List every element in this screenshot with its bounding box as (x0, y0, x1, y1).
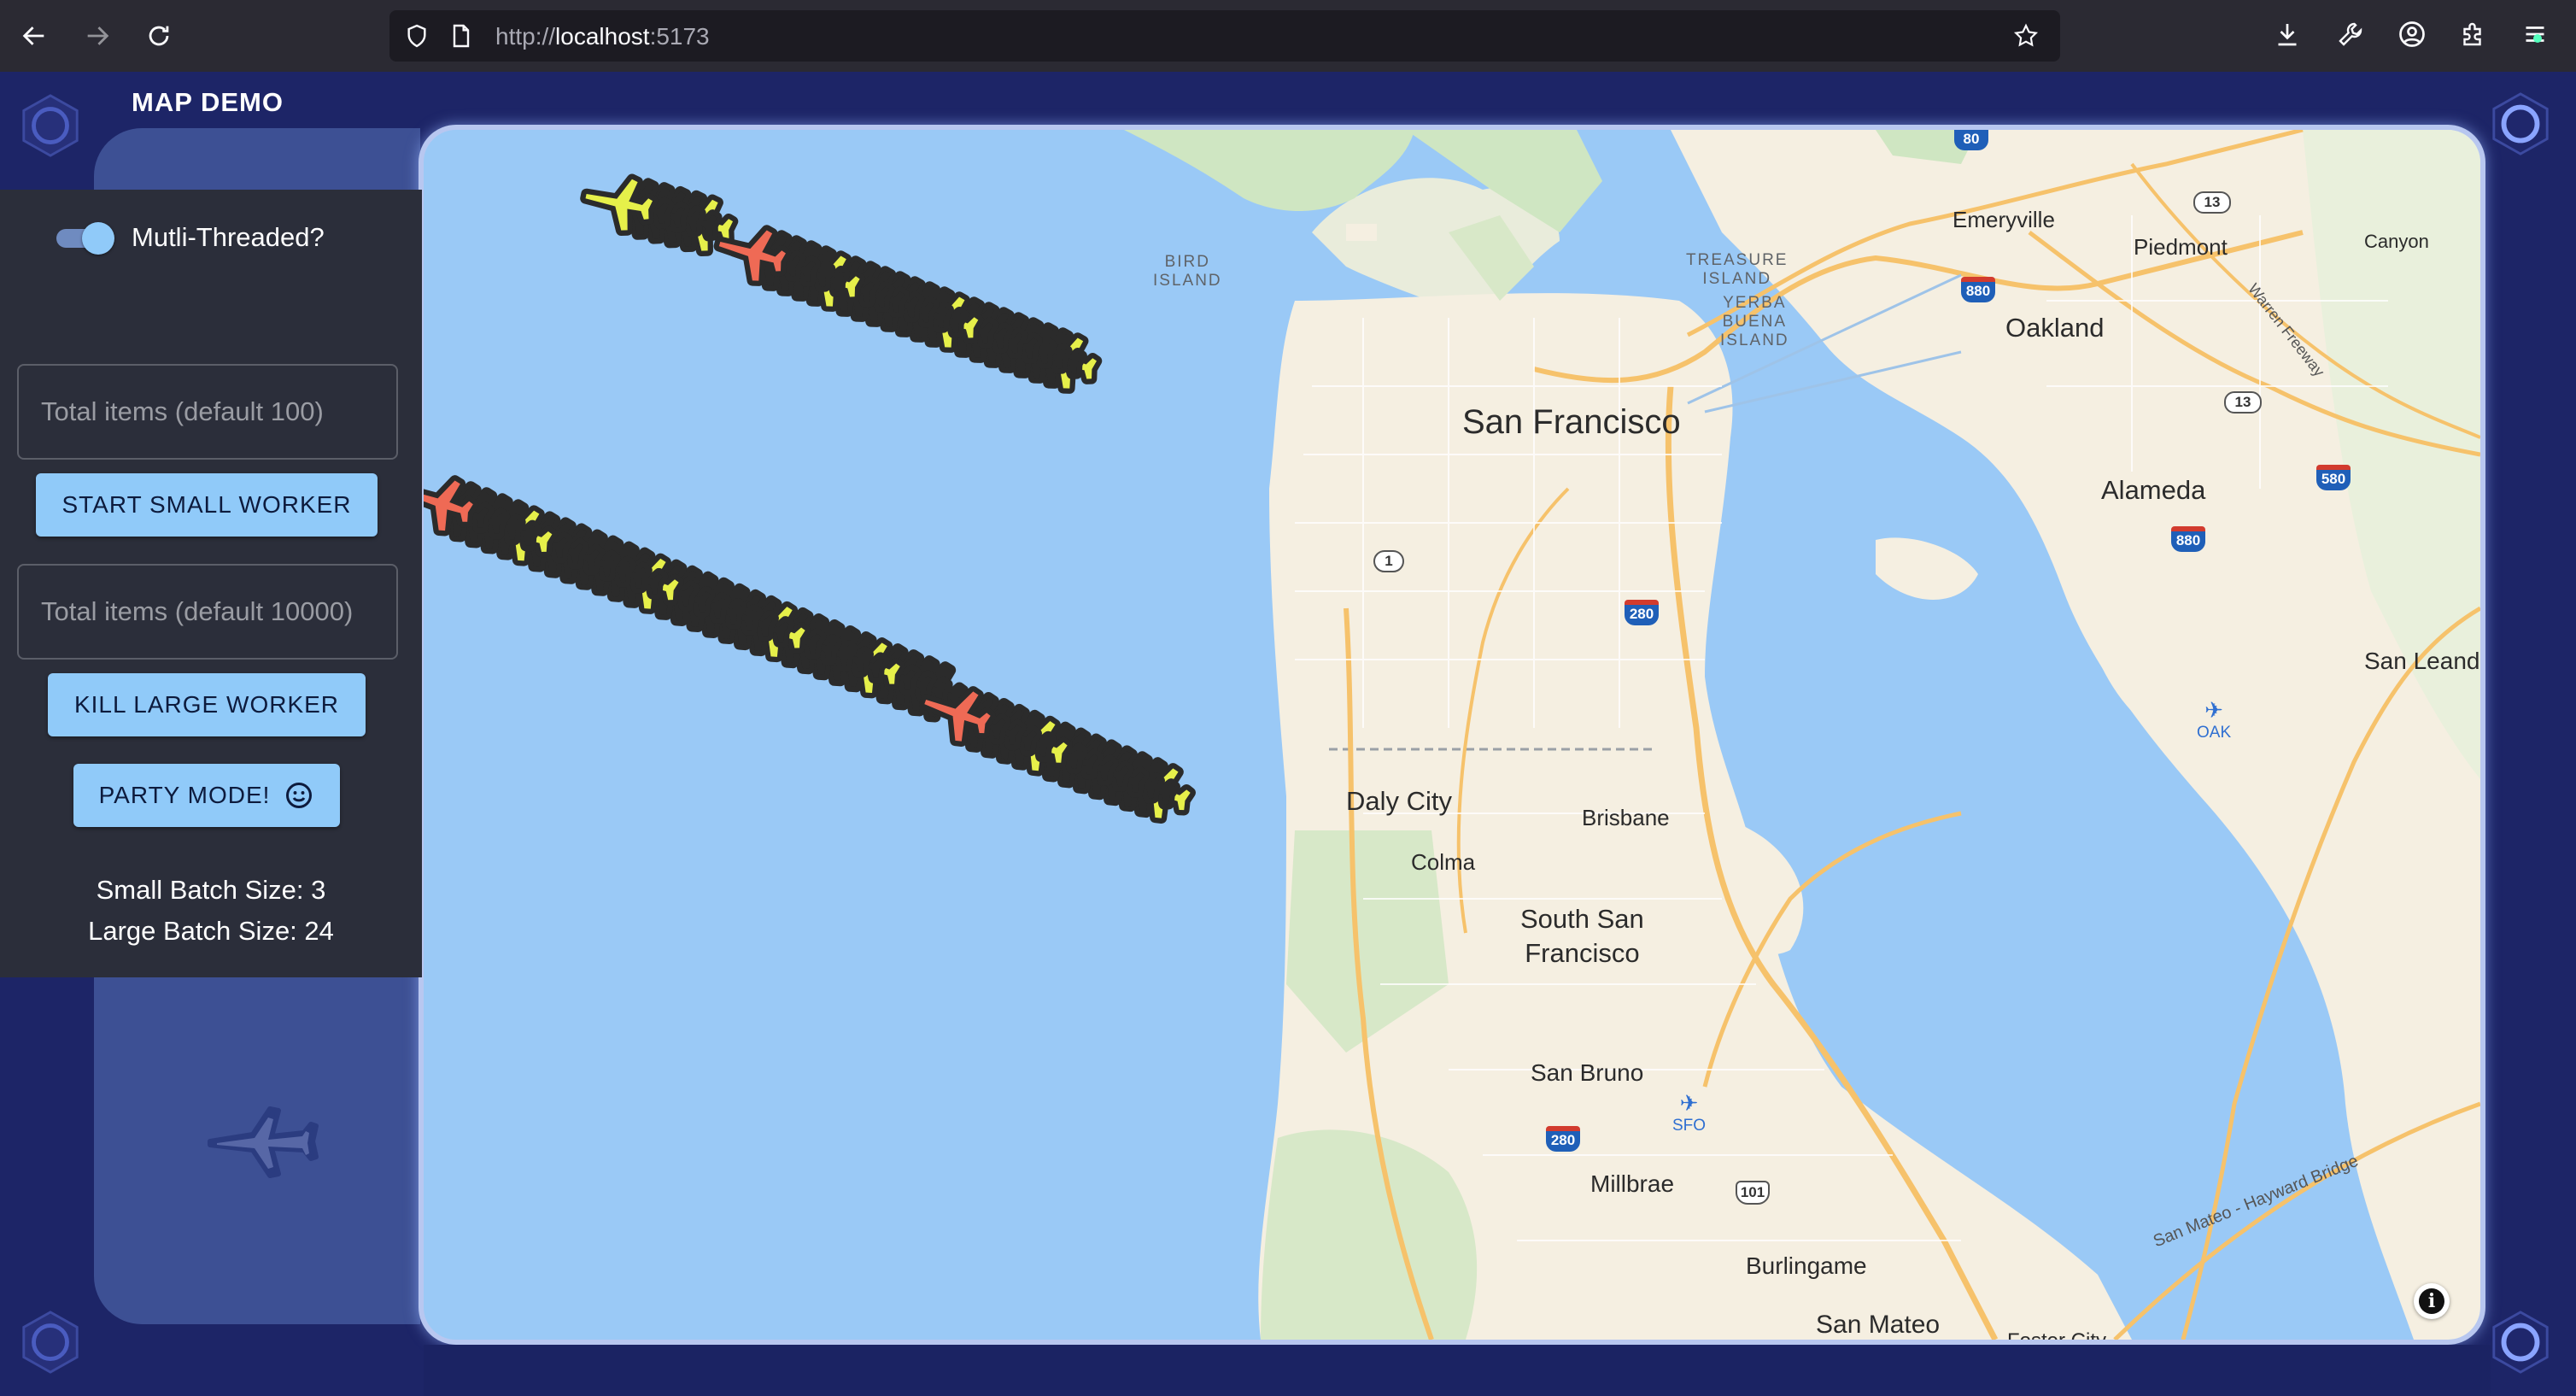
map-label-alameda: Alameda (2101, 475, 2206, 505)
wrench-icon (2339, 22, 2362, 46)
sfo-airport-code: SFO (1672, 1117, 1707, 1135)
bird-island-line1: BIRD (1164, 253, 1211, 271)
page-icon[interactable] (448, 22, 475, 50)
reload-button[interactable] (142, 19, 176, 53)
yerba-buena-line3: ISLAND (1720, 331, 1789, 349)
extensions-button[interactable] (2458, 19, 2492, 53)
kill-large-worker-button[interactable]: KILL LARGE WORKER (48, 673, 366, 736)
start-small-worker-button[interactable]: START SMALL WORKER (36, 473, 378, 537)
multithread-label: Mutli-Threaded? (132, 222, 325, 252)
yerba-buena-line1: YERBA (1723, 294, 1787, 312)
party-mode-label: PARTY MODE! (98, 782, 271, 808)
shield-i580: 580 (2316, 465, 2351, 490)
map-info-button[interactable]: i (2414, 1283, 2450, 1319)
info-icon: i (2419, 1288, 2444, 1314)
yerba-buena-line2: BUENA (1722, 313, 1788, 331)
map-label-canyon: Canyon (2364, 231, 2429, 252)
shield-ca13-b: 13 (2224, 391, 2262, 414)
map-label-bird-island: BIRD ISLAND (1153, 253, 1222, 290)
map-label-oak-airport: ✈ OAK (2197, 697, 2231, 742)
app-title: MAP DEMO (132, 87, 284, 117)
app-root: MAP DEMO San Francisco Emeryville Piedmo… (0, 72, 2576, 1396)
map-label-daly-city: Daly City (1346, 786, 1453, 816)
puzzle-icon (2463, 22, 2481, 46)
url-bar[interactable]: http://localhost:5173 (389, 10, 2060, 62)
airplane-icon: ✈ (1679, 1090, 1699, 1116)
map-label-sfo-airport: ✈ SFO (1672, 1090, 1706, 1135)
shield-us101: 101 (1736, 1181, 1770, 1205)
shield-icon[interactable] (403, 22, 430, 50)
tools-button[interactable] (2335, 19, 2369, 53)
back-button[interactable] (17, 19, 51, 53)
plane-trails-layer (424, 173, 1196, 824)
arrow-right-icon (87, 26, 109, 45)
shield-i880-a: 880 (1961, 277, 1995, 302)
download-icon (2278, 24, 2297, 46)
arrow-left-icon (22, 26, 44, 45)
update-badge (2533, 34, 2542, 43)
toggle-knob (82, 222, 114, 255)
map-label-san-mateo: San Mateo (1816, 1311, 1941, 1339)
large-batch-size: Large Batch Size: 24 (88, 916, 334, 946)
large-total-input[interactable] (19, 566, 396, 658)
shield-i880-b: 880 (2171, 526, 2205, 552)
oak-airport-code: OAK (2197, 724, 2232, 742)
large-total-field[interactable] (17, 564, 398, 660)
map-label-treasure-island: TREASURE ISLAND (1686, 251, 1788, 289)
map-label-millbrae: Millbrae (1590, 1170, 1675, 1197)
shield-ca13-a: 13 (2193, 191, 2231, 214)
treasure-island-line1: TREASURE (1686, 251, 1789, 269)
corner-hex-icon-top-right (2492, 92, 2549, 155)
map-label-san-bruno: San Bruno (1531, 1059, 1644, 1086)
map-label-emeryville: Emeryville (1952, 207, 2055, 232)
reload-icon (149, 26, 169, 46)
small-total-field[interactable] (17, 364, 398, 460)
map-label-san-francisco: San Francisco (1462, 403, 1681, 441)
shield-ca1: 1 (1373, 550, 1404, 572)
map-label-foster-city: Foster City (2007, 1329, 2107, 1345)
account-icon (2399, 21, 2425, 47)
party-mode-button[interactable]: PARTY MODE! (73, 764, 340, 827)
control-panel: Mutli-Threaded? START SMALL WORKER KILL … (0, 190, 422, 977)
small-batch-size: Small Batch Size: 3 (96, 875, 326, 905)
ghost-plane-icon (208, 1106, 319, 1178)
account-button[interactable] (2397, 19, 2431, 53)
map-label-south-san-francisco: South San Francisco (1520, 902, 1644, 971)
map-label-brisbane: Brisbane (1582, 805, 1670, 830)
map-label-san-leandro: San Leandr (2364, 648, 2485, 674)
map-label-burlingame: Burlingame (1746, 1252, 1867, 1279)
treasure-island-line2: ISLAND (1702, 270, 1772, 288)
url-scheme: http:// (495, 23, 556, 50)
map-label-colma: Colma (1411, 849, 1476, 875)
url-text[interactable]: http://localhost:5173 (495, 23, 710, 50)
shield-i280-a: 280 (1625, 600, 1659, 625)
multithread-toggle[interactable] (53, 220, 114, 255)
bottom-strip (424, 1345, 2491, 1396)
map-container[interactable]: San Francisco Emeryville Piedmont Canyon… (419, 125, 2485, 1345)
corner-hex-icon-top-left (22, 94, 79, 157)
menu-button[interactable] (2520, 19, 2554, 53)
url-host: localhost (555, 23, 650, 50)
map-label-yerba-buena-island: YERBA BUENA ISLAND (1720, 294, 1789, 350)
corner-hex-icon-bottom-left (22, 1311, 79, 1374)
bird-island-line2: ISLAND (1153, 272, 1222, 290)
map-label-oakland: Oakland (2005, 313, 2105, 343)
airplane-icon: ✈ (2204, 697, 2223, 723)
shield-i280-b: 280 (1546, 1126, 1580, 1152)
south-sf-line2: Francisco (1525, 938, 1640, 968)
smiley-icon (286, 783, 313, 808)
url-port: :5173 (649, 23, 710, 50)
star-icon[interactable] (2012, 22, 2040, 50)
map-label-piedmont: Piedmont (2134, 234, 2228, 260)
downloads-button[interactable] (2272, 19, 2306, 53)
small-total-input[interactable] (19, 366, 396, 458)
browser-toolbar: http://localhost:5173 (0, 0, 2576, 72)
forward-button[interactable] (80, 19, 114, 53)
corner-hex-icon-bottom-right (2492, 1311, 2549, 1374)
south-sf-line1: South San (1520, 904, 1644, 934)
shield-i80: 80 (1954, 130, 1988, 150)
